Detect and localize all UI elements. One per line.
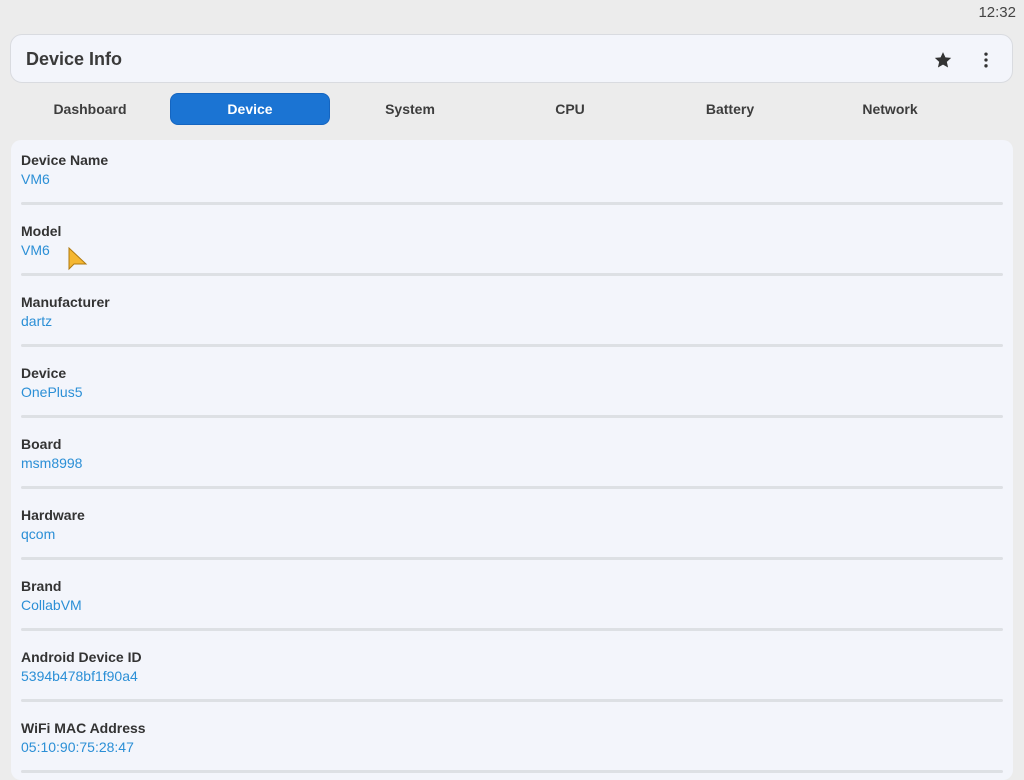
device-info-list[interactable]: Device Name VM6 Model VM6 Manufacturer d… bbox=[11, 140, 1013, 780]
row-label: Device Name bbox=[21, 152, 109, 168]
info-row-model: Model VM6 bbox=[11, 211, 1013, 282]
row-divider bbox=[21, 415, 1003, 418]
row-value: msm8998 bbox=[21, 455, 83, 471]
row-value: 5394b478bf1f90a4 bbox=[21, 668, 138, 684]
status-time: 12:32 bbox=[978, 4, 1016, 21]
row-label: Device bbox=[21, 365, 67, 381]
tab-label: CPU bbox=[555, 101, 585, 117]
tab-label: Network bbox=[862, 101, 918, 117]
info-row-brand: Brand CollabVM bbox=[11, 566, 1013, 637]
row-label: Brand bbox=[21, 578, 62, 594]
info-row-device-name: Device Name VM6 bbox=[11, 140, 1013, 211]
row-value: dartz bbox=[21, 313, 53, 329]
row-label: WiFi MAC Address bbox=[21, 720, 146, 736]
tab-network[interactable]: Network bbox=[810, 93, 970, 125]
more-options-button[interactable] bbox=[974, 48, 998, 72]
row-divider bbox=[21, 202, 1003, 205]
info-row-manufacturer: Manufacturer dartz bbox=[11, 282, 1013, 353]
row-divider bbox=[21, 557, 1003, 560]
row-label: Model bbox=[21, 223, 62, 239]
row-divider bbox=[21, 273, 1003, 276]
info-row-hardware: Hardware qcom bbox=[11, 495, 1013, 566]
tab-label: Device bbox=[227, 101, 273, 117]
mouse-cursor-icon bbox=[68, 247, 88, 271]
tab-battery[interactable]: Battery bbox=[650, 93, 810, 125]
app-bar: Device Info bbox=[10, 34, 1013, 83]
row-label: Manufacturer bbox=[21, 294, 110, 310]
row-divider bbox=[21, 770, 1003, 773]
info-row-android-device-id: Android Device ID 5394b478bf1f90a4 bbox=[11, 637, 1013, 708]
info-row-wifi-mac-address: WiFi MAC Address 05:10:90:75:28:47 bbox=[11, 708, 1013, 779]
tab-system[interactable]: System bbox=[330, 93, 490, 125]
tab-dashboard[interactable]: Dashboard bbox=[10, 93, 170, 125]
info-row-device: Device OnePlus5 bbox=[11, 353, 1013, 424]
row-divider bbox=[21, 628, 1003, 631]
row-value: 05:10:90:75:28:47 bbox=[21, 739, 134, 755]
row-divider bbox=[21, 486, 1003, 489]
row-value: OnePlus5 bbox=[21, 384, 83, 400]
page-title: Device Info bbox=[26, 49, 123, 69]
row-value: qcom bbox=[21, 526, 56, 542]
row-divider bbox=[21, 699, 1003, 702]
more-vert-icon bbox=[984, 52, 988, 68]
row-value: CollabVM bbox=[21, 597, 82, 613]
row-label: Board bbox=[21, 436, 62, 452]
row-label: Android Device ID bbox=[21, 649, 142, 665]
row-value: VM6 bbox=[21, 242, 50, 258]
status-bar: 12:32 bbox=[0, 0, 1024, 26]
tab-bar: Dashboard Device System CPU Battery Netw… bbox=[10, 93, 970, 125]
row-divider bbox=[21, 344, 1003, 347]
tab-device[interactable]: Device bbox=[170, 93, 330, 125]
tab-label: Dashboard bbox=[53, 101, 127, 117]
tab-label: Battery bbox=[705, 101, 755, 117]
info-row-board: Board msm8998 bbox=[11, 424, 1013, 495]
star-icon bbox=[934, 52, 952, 68]
favorite-button[interactable] bbox=[931, 48, 955, 72]
row-value: VM6 bbox=[21, 171, 50, 187]
tab-label: System bbox=[385, 101, 435, 117]
tab-cpu[interactable]: CPU bbox=[490, 93, 650, 125]
row-label: Hardware bbox=[21, 507, 85, 523]
